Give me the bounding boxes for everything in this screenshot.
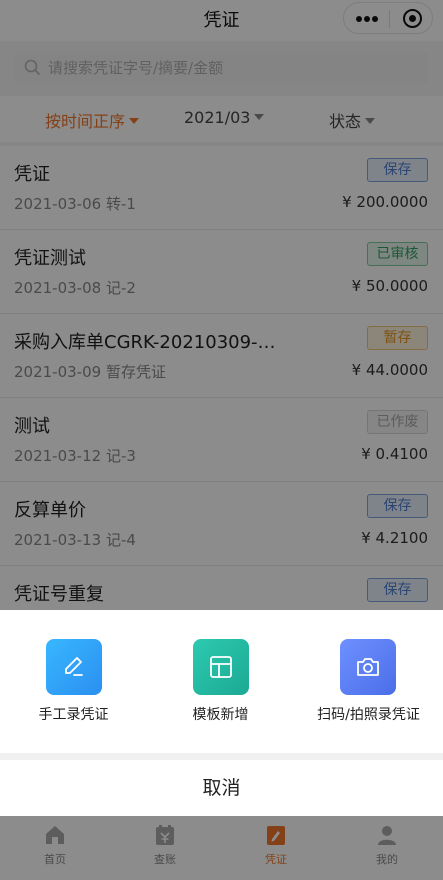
template-add-label: 模板新增	[192, 707, 249, 723]
action-sheet: 手工录凭证 模板新增 扫码/拍照录凭证 取消	[0, 610, 443, 816]
template-icon	[193, 639, 249, 695]
cancel-button[interactable]: 取消	[0, 760, 443, 816]
manual-entry-label: 手工录凭证	[38, 707, 109, 723]
scan-photo-entry-button[interactable]: 扫码/拍照录凭证	[294, 610, 443, 753]
action-sheet-options: 手工录凭证 模板新增 扫码/拍照录凭证	[0, 610, 443, 753]
manual-entry-button[interactable]: 手工录凭证	[0, 610, 147, 753]
template-add-button[interactable]: 模板新增	[147, 610, 294, 753]
camera-icon	[340, 639, 396, 695]
scan-photo-entry-label: 扫码/拍照录凭证	[317, 707, 420, 723]
edit-icon	[46, 639, 102, 695]
